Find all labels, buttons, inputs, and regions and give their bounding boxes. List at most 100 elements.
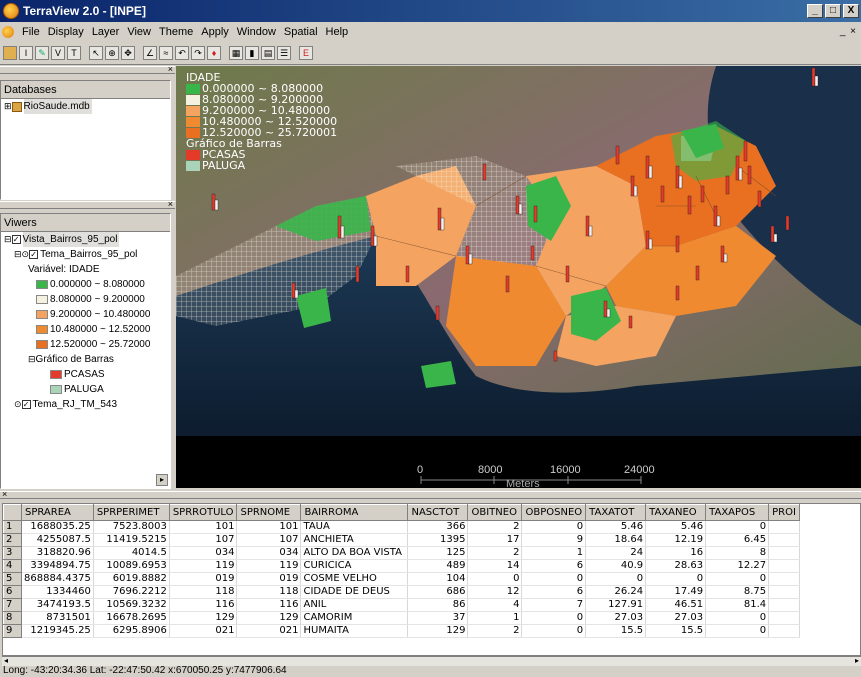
tree-scroll-arrow[interactable]: ▸ <box>156 474 168 486</box>
row-number[interactable]: 1 <box>3 520 22 534</box>
close-button[interactable]: X <box>843 4 859 18</box>
legend-class-2[interactable]: 8.080000 ~ 9.200000 <box>4 292 170 307</box>
layers-icon[interactable]: ☰ <box>277 45 291 60</box>
menu-bar: File Display Layer View Theme Apply Wind… <box>0 22 861 41</box>
table-cell: 0 <box>521 572 587 586</box>
column-header[interactable]: SPRNOME <box>236 504 302 521</box>
column-header[interactable]: PROI <box>768 504 800 521</box>
table-cell <box>768 624 800 638</box>
graph-icon[interactable]: ▮ <box>245 45 259 60</box>
column-header[interactable] <box>3 504 22 521</box>
redo-icon[interactable]: ↷ <box>191 45 205 60</box>
table-cell: 8 <box>705 546 770 560</box>
column-header[interactable]: TAXANEO <box>645 504 707 521</box>
menu-file[interactable]: File <box>18 26 44 38</box>
viewers-panel-grip[interactable]: × <box>0 199 175 209</box>
theme-checkbox[interactable]: ✓ <box>29 250 39 259</box>
table-row[interactable]: 4 3394894.75 10089.6953 119 119 CURICICA 489 14… <box>3 559 800 573</box>
table-cell: 11419.5215 <box>93 533 170 547</box>
chart-item-paluga[interactable]: PALUGA <box>4 382 170 397</box>
table-cell: 129 <box>169 611 238 625</box>
table-row[interactable]: 2 4255087.5 11419.5215 107 107 ANCHIETA 1395 17… <box>3 533 800 547</box>
view-icon[interactable]: V <box>51 45 65 60</box>
menu-view[interactable]: View <box>123 26 155 38</box>
table-icon[interactable]: ▦ <box>229 45 243 60</box>
legend-class-3[interactable]: 9.200000 ~ 10.480000 <box>4 307 170 322</box>
maximize-button[interactable]: □ <box>825 4 841 18</box>
table-row[interactable]: 1 1688035.25 7523.8003 101 101 TAUA 366 2 0 5.46 5… <box>3 520 800 534</box>
row-number[interactable]: 6 <box>3 585 22 599</box>
print-icon[interactable]: ▤ <box>261 45 275 60</box>
legend-class-1[interactable]: 0.000000 ~ 8.080000 <box>4 277 170 292</box>
databases-panel-grip[interactable]: × <box>0 64 175 74</box>
theme-icon[interactable]: T <box>67 45 81 60</box>
pointer-icon[interactable]: ↖ <box>89 45 103 60</box>
edit-icon[interactable]: ≈ <box>159 45 173 60</box>
row-number[interactable]: 4 <box>3 559 22 573</box>
database-tree-item[interactable]: ⊞ RioSaude.mdb <box>4 99 170 114</box>
attribute-table[interactable]: SPRAREA SPRPERIMET SPRROTULO SPRNOME BAIRROM… <box>2 503 861 656</box>
column-header[interactable]: TAXATOT <box>585 504 647 521</box>
row-number[interactable]: 5 <box>3 572 22 586</box>
document-icon[interactable] <box>2 25 14 38</box>
chart-item-pcasas[interactable]: PCASAS <box>4 367 170 382</box>
theme2-tree-item[interactable]: ⊙ ✓ Tema_RJ_TM_543 <box>4 397 170 412</box>
undo-icon[interactable]: ↶ <box>175 45 189 60</box>
table-row[interactable]: 3 318820.96 4014.5 034 034 ALTO DA BOA VISTA 1… <box>3 546 800 560</box>
fill-icon[interactable]: ♦ <box>207 45 221 60</box>
column-header[interactable]: OBPOSNEO <box>521 504 587 521</box>
toolbar: I ✎ V T ↖ ⊕ ✥ ∠ ≈ ↶ ↷ ♦ ▦ ▮ ▤ ☰ E <box>0 41 861 65</box>
legend-class-4[interactable]: 10.480000 ~ 12.52000 <box>4 322 170 337</box>
row-number[interactable]: 9 <box>3 624 22 638</box>
map-legend: IDADE 0.000000 ~ 8.080000 8.080000 ~ 9.2… <box>186 72 337 171</box>
table-cell: 868884.4375 <box>21 572 94 586</box>
zoom-icon[interactable]: ⊕ <box>105 45 119 60</box>
pan-icon[interactable]: ✥ <box>121 45 135 60</box>
scroll-right-icon[interactable]: ▸ <box>855 656 859 665</box>
view-tree-item[interactable]: ⊟ ✓ Vista_Bairros_95_pol <box>4 232 170 247</box>
minimize-button[interactable]: _ <box>807 4 823 18</box>
table-cell: 107 <box>236 533 302 547</box>
column-header[interactable]: NASCTOT <box>407 504 469 521</box>
table-row[interactable]: 9 1219345.25 6295.8906 021 021 HUMAITA 129 2 0 15… <box>3 624 800 638</box>
scroll-left-icon[interactable]: ◂ <box>4 656 8 665</box>
menu-theme[interactable]: Theme <box>155 26 197 38</box>
column-header[interactable]: SPRPERIMET <box>92 504 170 521</box>
row-number[interactable]: 7 <box>3 598 22 612</box>
column-header[interactable]: BAIRROMA <box>300 504 409 521</box>
legend-class-5[interactable]: 12.520000 ~ 25.72000 <box>4 337 170 352</box>
view-checkbox[interactable]: ✓ <box>11 235 21 244</box>
table-panel-grip[interactable]: × <box>0 489 861 499</box>
info-icon[interactable]: I <box>19 45 33 60</box>
database-icon[interactable] <box>3 45 17 60</box>
column-header[interactable]: SPRROTULO <box>168 504 238 521</box>
row-number[interactable]: 2 <box>3 533 22 547</box>
theme-tree-item[interactable]: ⊟⊙ ✓ Tema_Bairros_95_pol <box>4 247 170 262</box>
menu-spatial[interactable]: Spatial <box>280 26 322 38</box>
column-header[interactable]: SPRAREA <box>21 504 94 521</box>
menu-help[interactable]: Help <box>322 26 353 38</box>
table-row[interactable]: 6 1334460 7696.2212 118 118 CIDADE DE DEUS 686… <box>3 585 800 599</box>
column-header[interactable]: TAXAPOS <box>705 504 770 521</box>
table-row[interactable]: 7 3474193.5 10569.3232 116 116 ANIL 86 4 7 127.91… <box>3 598 800 612</box>
table-cell: 12.19 <box>645 533 707 547</box>
theme2-checkbox[interactable]: ✓ <box>21 400 31 409</box>
row-number[interactable]: 8 <box>3 611 22 625</box>
execute-icon[interactable]: E <box>299 45 313 60</box>
pencil-icon[interactable]: ✎ <box>35 45 49 60</box>
line-icon[interactable]: ∠ <box>143 45 157 60</box>
mdi-window-buttons[interactable]: _ × <box>840 26 857 37</box>
table-cell: 28.63 <box>645 559 707 573</box>
menu-display[interactable]: Display <box>44 26 88 38</box>
menu-layer[interactable]: Layer <box>88 26 124 38</box>
menu-apply[interactable]: Apply <box>197 26 233 38</box>
map-canvas[interactable]: IDADE 0.000000 ~ 8.080000 8.080000 ~ 9.2… <box>176 66 861 488</box>
menu-window[interactable]: Window <box>233 26 280 38</box>
table-row[interactable]: 5 868884.4375 6019.8882 019 019 COSME VELHO 10… <box>3 572 800 586</box>
table-cell: 019 <box>236 572 302 586</box>
table-cell: 119 <box>236 559 302 573</box>
table-row[interactable]: 8 8731501 16678.2695 129 129 CAMORIM 37 1 0 27.03… <box>3 611 800 625</box>
row-number[interactable]: 3 <box>3 546 22 560</box>
terraview-app-icon[interactable] <box>3 3 19 19</box>
column-header[interactable]: OBITNEO <box>467 504 523 521</box>
